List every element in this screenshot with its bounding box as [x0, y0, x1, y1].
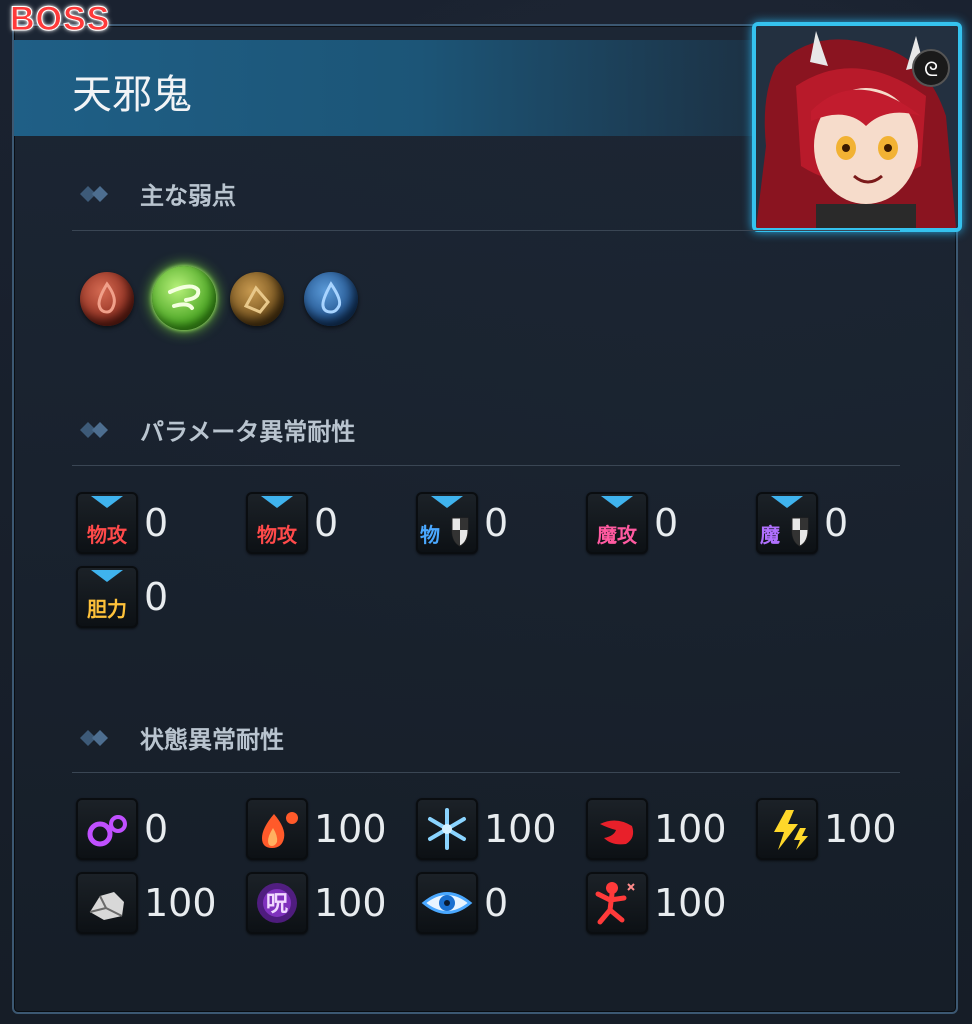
- bleed-icon: [586, 798, 648, 860]
- curse-icon: 呪: [246, 872, 308, 934]
- burn-icon: [246, 798, 308, 860]
- demon-girl-portrait-icon: ᘓ: [756, 26, 958, 228]
- param-value: 0: [144, 575, 169, 619]
- param-value: 0: [144, 501, 169, 545]
- section-marker-icon: [80, 421, 108, 438]
- param-label: 胆力: [87, 597, 127, 621]
- section-weakness-label: 主な弱点: [140, 182, 236, 210]
- status-value: 0: [484, 881, 509, 925]
- param-mag-def: 魔 0: [756, 492, 848, 554]
- status-panic: 100: [586, 872, 727, 934]
- boss-tag: BOSS: [9, 0, 111, 39]
- eye-icon: [416, 872, 478, 934]
- section-weakness: 主な弱点: [78, 176, 236, 211]
- phys-atk-down-icon: 物攻: [246, 492, 308, 554]
- param-phys-atk-2: 物攻 0: [246, 492, 338, 554]
- status-value: 0: [144, 807, 169, 851]
- status-value: 100: [314, 807, 387, 851]
- status-value: 100: [654, 807, 727, 851]
- param-value: 0: [824, 501, 849, 545]
- status-value: 100: [654, 881, 727, 925]
- curse-glyph: 呪: [265, 892, 288, 917]
- status-freeze: 100: [416, 798, 557, 860]
- status-value: 100: [824, 807, 897, 851]
- param-value: 0: [484, 501, 509, 545]
- phys-atk-down-icon: 物攻: [76, 492, 138, 554]
- water-element-icon: [321, 281, 342, 314]
- section-marker-icon: [80, 729, 108, 746]
- param-mag-atk: 魔攻 0: [586, 492, 678, 554]
- mag-def-down-icon: 魔: [756, 492, 818, 554]
- earth-element-icon: [243, 285, 270, 314]
- shield-icon: [451, 517, 469, 547]
- petrify-icon: [76, 872, 138, 934]
- boss-name: 天邪鬼: [72, 72, 192, 118]
- status-shock: 100: [756, 798, 897, 860]
- section-status-resist-label: 状態異常耐性: [140, 726, 284, 754]
- rings-icon: [76, 798, 138, 860]
- param-phys-atk-1: 物攻 0: [76, 492, 168, 554]
- param-value: 0: [314, 501, 339, 545]
- divider: [72, 465, 900, 466]
- param-label: 物攻: [257, 523, 297, 547]
- boss-portrait: ᘓ: [752, 22, 962, 232]
- svg-text:ᘓ: ᘓ: [924, 57, 938, 81]
- param-phys-def: 物 0: [416, 492, 508, 554]
- panic-icon: [586, 872, 648, 934]
- section-param-resist: パラメータ異常耐性: [78, 412, 355, 447]
- weakness-earth: [230, 272, 284, 326]
- param-label: 魔攻: [597, 523, 637, 547]
- divider: [72, 230, 900, 231]
- wind-element-icon: [168, 284, 201, 310]
- section-param-resist-label: パラメータ異常耐性: [140, 418, 356, 446]
- param-label: 物攻: [87, 523, 127, 547]
- mag-atk-down-icon: 魔攻: [586, 492, 648, 554]
- status-rings: 0: [76, 798, 168, 860]
- status-burn: 100: [246, 798, 387, 860]
- status-curse: 呪 100: [246, 872, 387, 934]
- boss-info-screen: BOSS 天邪鬼 ᘓ 主な弱点 パラメータ異常耐性 物攻 0 物攻 0 物 0 …: [0, 0, 972, 1024]
- status-bleed: 100: [586, 798, 727, 860]
- status-value: 100: [484, 807, 557, 851]
- freeze-icon: [416, 798, 478, 860]
- divider: [72, 772, 900, 773]
- shock-icon: [756, 798, 818, 860]
- weakness-fire: [80, 272, 134, 326]
- status-value: 100: [144, 881, 217, 925]
- courage-down-icon: 胆力: [76, 566, 138, 628]
- status-value: 100: [314, 881, 387, 925]
- weakness-water: [304, 272, 358, 326]
- fire-element-icon: [97, 281, 116, 314]
- shield-icon: [791, 517, 809, 547]
- phys-def-down-icon: 物: [416, 492, 478, 554]
- section-status-resist: 状態異常耐性: [78, 720, 284, 755]
- status-petrify: 100: [76, 872, 217, 934]
- weakness-wind: [152, 266, 216, 330]
- param-value: 0: [654, 501, 679, 545]
- status-eye: 0: [416, 872, 508, 934]
- param-courage: 胆力 0: [76, 566, 168, 628]
- section-marker-icon: [80, 185, 108, 202]
